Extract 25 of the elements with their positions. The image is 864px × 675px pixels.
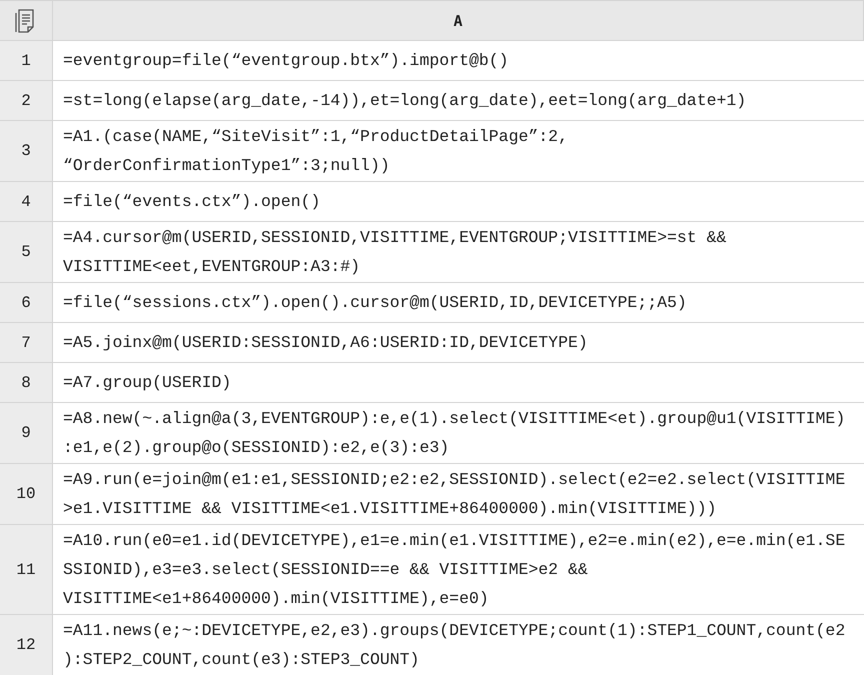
formula-text: =A4.cursor@m(USERID,SESSIONID,VISITTIME,EVENTGROUP;VISITTIME>=st && VISITTIME<eet,EVENTGROUP:A3:#) [63, 227, 728, 278]
formula-text: =A1.(case(NAME,“SiteVisit”:1,“ProductDetailPage”:2, “OrderConfirmationType1”:3;null)) [63, 126, 569, 177]
row-number: 1 [21, 52, 31, 70]
formula-text: =file(“sessions.ctx”).open().cursor@m(USERID,ID,DEVICETYPE;;A5) [63, 292, 688, 314]
formula-text: =A9.run(e=join@m(e1:e1,SESSIONID;e2:e2,SESSIONID).select(e2=e2.select(VISITTIME>e1.VISITTIME && VISITTIME<e1.VISITTIME+86400000).min(VISITTIME))) [63, 469, 846, 520]
row-number: 5 [21, 243, 31, 261]
formula-text: =st=long(elapse(arg_date,-14)),et=long(arg_date),eet=long(arg_date+1) [63, 90, 748, 112]
formula-text: =A11.news(e;~:DEVICETYPE,e2,e3).groups(DEVICETYPE;count(1):STEP1_COUNT,count(e2):STEP2_COUNT,count(e3):STEP3_COUNT) [63, 620, 846, 671]
formula-text: =A7.group(USERID) [63, 372, 232, 394]
row-number: 9 [21, 424, 31, 442]
row-number: 8 [21, 374, 31, 392]
row-number: 3 [21, 142, 31, 160]
column-header[interactable]: A [453, 12, 463, 30]
row-number: 10 [16, 485, 36, 503]
formula-text: =A10.run(e0=e1.id(DEVICETYPE),e1=e.min(e1.VISITTIME),e2=e.min(e2),e=e.min(e1.SESSIONID),e3=e3.select(SESSIONID==e && VISITTIME>e2 && VISITTIME<e1+86400000).min(VISITTIME),e=e0) [63, 530, 846, 610]
row-number: 12 [16, 636, 36, 654]
formula-text: =A5.joinx@m(USERID:SESSIONID,A6:USERID:ID,DEVICETYPE) [63, 332, 589, 354]
row-number: 7 [21, 334, 31, 352]
formula-text: =eventgroup=file(“eventgroup.btx”).import@b() [63, 50, 510, 72]
formula-text: =file(“events.ctx”).open() [63, 191, 322, 213]
row-number: 11 [16, 560, 36, 578]
formula-text: =A8.new(~.align@a(3,EVENTGROUP):e,e(1).select(VISITTIME<et).group@u1(VISITTIME):e1,e(2).group@o(SESSIONID):e2,e(3):e3) [63, 408, 846, 459]
row-number: 2 [21, 92, 31, 110]
row-number: 6 [21, 294, 31, 312]
row-number: 4 [21, 192, 31, 210]
